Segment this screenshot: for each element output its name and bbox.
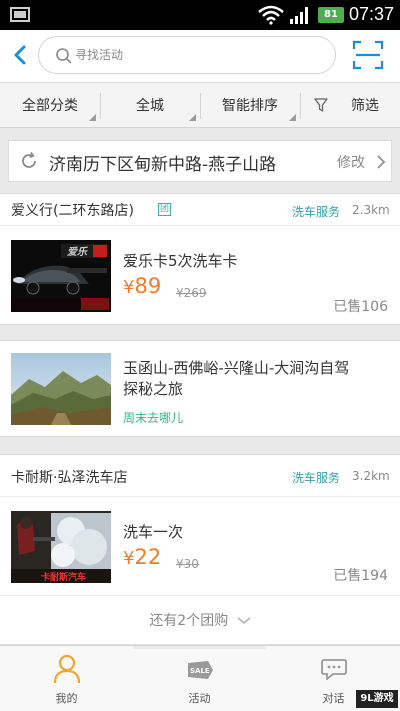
deal-thumbnail-image: 爱乐	[11, 240, 111, 312]
dropdown-corner-icon	[289, 114, 296, 121]
search-box[interactable]	[38, 36, 336, 74]
modify-location-button[interactable]: 修改	[337, 152, 365, 172]
filter-bar: 全部分类 全城 智能排序 筛选	[0, 82, 400, 128]
deal-sold-count: 已售106	[333, 299, 388, 315]
status-bar: 81 07:37	[0, 0, 400, 30]
signal-icon	[290, 7, 308, 24]
scan-button[interactable]	[352, 39, 384, 71]
deal-title: 爱乐卡5次洗车卡	[123, 252, 238, 270]
chevron-right-icon	[377, 155, 386, 169]
deal-item[interactable]: 卡耐斯汽车 洗车一次 ¥22 ¥30 已售194	[0, 501, 400, 593]
filter-sort-label: 智能排序	[222, 98, 278, 114]
deal-price: ¥89	[123, 274, 161, 298]
activity-title-line1: 玉函山-西佛峪-兴隆山-大涧沟自驾	[123, 359, 350, 377]
svg-text:SALE: SALE	[190, 667, 210, 675]
filter-button-label: 筛选	[351, 98, 379, 114]
back-button[interactable]	[8, 42, 34, 68]
deal-title: 洗车一次	[123, 523, 184, 541]
activity-tag: 周末去哪儿	[123, 411, 184, 425]
chat-icon	[320, 659, 347, 680]
shop-header[interactable]: 卡耐斯·弘泽洗车店 洗车服务 3.2km	[0, 455, 400, 497]
location-bar: 济南历下区甸新中路-燕子山路 修改	[8, 140, 392, 182]
svg-text:卡耐斯汽车: 卡耐斯汽车	[41, 571, 86, 583]
search-icon	[56, 48, 72, 64]
price-value: 22	[134, 545, 162, 569]
tab-activity-label: 活动	[188, 692, 211, 705]
deal-sold-count: 已售194	[333, 568, 388, 584]
tab-mine-label: 我的	[55, 692, 78, 705]
user-icon	[53, 654, 80, 684]
chevron-down-icon	[237, 617, 251, 625]
tab-activity[interactable]: SALE 活动	[133, 646, 266, 711]
battery-icon: 81	[318, 7, 344, 23]
activity-title-line2: 探秘之旅	[123, 380, 184, 398]
refresh-icon[interactable]	[19, 151, 39, 171]
top-bar	[0, 30, 400, 82]
clock: 07:37	[349, 4, 395, 24]
filter-sort[interactable]: 智能排序	[200, 83, 300, 129]
shop-distance: 3.2km	[352, 469, 390, 483]
bottom-tab-bar: 我的 SALE 活动 对话	[0, 645, 400, 711]
shop-category: 洗车服务	[292, 205, 341, 219]
deal-thumbnail-image: 卡耐斯汽车	[11, 511, 111, 583]
shop-category: 洗车服务	[292, 471, 341, 485]
price-currency: ¥	[123, 277, 135, 298]
deal-original-price: ¥30	[176, 557, 199, 571]
funnel-icon	[314, 98, 328, 112]
shop-distance: 2.3km	[352, 203, 390, 217]
shop-name: 爱义行(二环东路店)	[11, 203, 134, 219]
dropdown-corner-icon	[189, 114, 196, 121]
shop-name: 卡耐斯·弘泽洗车店	[11, 470, 128, 486]
shop-card: 卡耐斯·弘泽洗车店 洗车服务 3.2km 卡耐斯汽车 洗车一次 ¥22 ¥30 …	[0, 454, 400, 645]
deal-original-price: ¥269	[176, 286, 207, 300]
deal-item[interactable]: 爱乐 爱乐卡5次洗车卡 ¥89 ¥269 已售106	[0, 230, 400, 322]
price-value: 89	[134, 274, 162, 298]
filter-category-label: 全部分类	[22, 98, 78, 114]
search-input[interactable]	[75, 43, 325, 67]
filter-category[interactable]: 全部分类	[0, 83, 100, 129]
wifi-icon	[258, 5, 284, 25]
location-address: 济南历下区甸新中路-燕子山路	[49, 155, 277, 175]
group-buy-badge: 团	[158, 203, 171, 216]
price-currency: ¥	[123, 548, 135, 569]
activity-thumbnail-image	[11, 353, 111, 425]
svg-text:爱乐: 爱乐	[67, 246, 88, 258]
filter-city-label: 全城	[136, 98, 164, 114]
screenshot-icon	[10, 7, 30, 22]
activity-card[interactable]: 玉函山-西佛峪-兴隆山-大涧沟自驾 探秘之旅 周末去哪儿	[0, 340, 400, 437]
tab-mine[interactable]: 我的	[0, 646, 133, 711]
shop-card: 爱义行(二环东路店) 团 洗车服务 2.3km 爱乐 爱乐卡5次洗车卡 ¥89 …	[0, 193, 400, 325]
shop-header[interactable]: 爱义行(二环东路店) 团 洗车服务 2.3km	[0, 194, 400, 226]
filter-city[interactable]: 全城	[100, 83, 200, 129]
watermark-logo: 9L游戏	[356, 690, 398, 708]
dropdown-corner-icon	[89, 114, 96, 121]
deal-price: ¥22	[123, 545, 161, 569]
more-deals-button[interactable]: 还有2个团购	[0, 595, 400, 646]
more-deals-label: 还有2个团购	[149, 613, 229, 629]
sale-tag-icon: SALE	[187, 661, 213, 679]
